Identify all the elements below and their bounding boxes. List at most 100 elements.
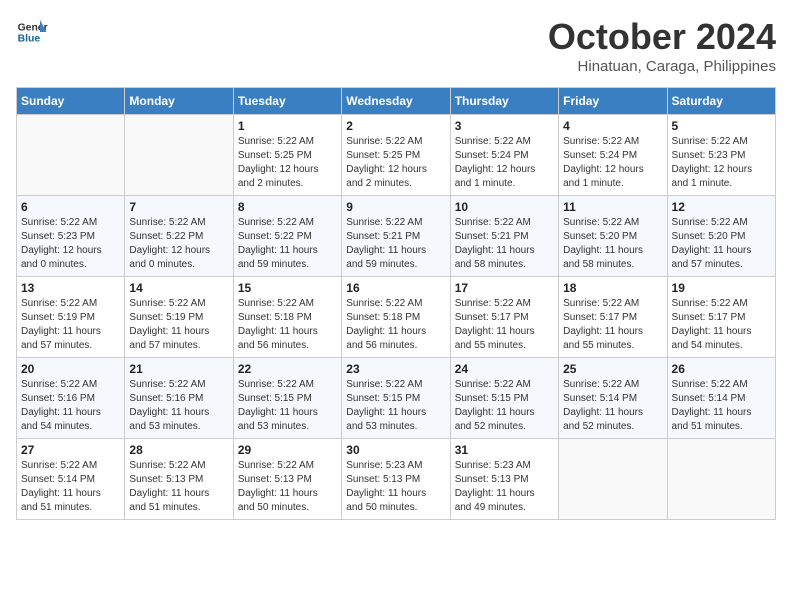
calendar-cell: 11 Sunrise: 5:22 AM Sunset: 5:20 PM Dayli… <box>559 196 667 277</box>
day-info: Sunrise: 5:22 AM Sunset: 5:23 PM Dayligh… <box>21 216 120 272</box>
calendar-cell: 17Sunrise: 5:22 AM Sunset: 5:17 PM Dayli… <box>450 277 558 358</box>
calendar-cell: 23 Sunrise: 5:22 AM Sunset: 5:15 PM Dayli… <box>342 358 450 439</box>
day-number: 26 <box>672 362 771 376</box>
calendar-cell: 21Sunrise: 5:22 AM Sunset: 5:16 PM Dayli… <box>125 358 233 439</box>
calendar-week-3: 13 Sunrise: 5:22 AM Sunset: 5:19 PM Dayli… <box>17 277 776 358</box>
day-number: 4 <box>563 119 662 133</box>
day-info: Sunrise: 5:22 AM Sunset: 5:21 PM Dayligh… <box>346 216 445 272</box>
day-number: 25 <box>563 362 662 376</box>
day-header-thursday: Thursday <box>450 88 558 115</box>
calendar-week-1: 1Sunrise: 5:22 AM Sunset: 5:25 PM Daylig… <box>17 115 776 196</box>
calendar-cell: 16 Sunrise: 5:22 AM Sunset: 5:18 PM Dayli… <box>342 277 450 358</box>
day-info: Sunrise: 5:23 AM Sunset: 5:13 PM Dayligh… <box>455 459 554 515</box>
day-number: 29 <box>238 443 337 457</box>
day-header-monday: Monday <box>125 88 233 115</box>
day-header-saturday: Saturday <box>667 88 775 115</box>
day-number: 11 <box>563 200 662 214</box>
day-number: 17 <box>455 281 554 295</box>
calendar-cell: 6 Sunrise: 5:22 AM Sunset: 5:23 PM Daylig… <box>17 196 125 277</box>
day-number: 10 <box>455 200 554 214</box>
day-number: 23 <box>346 362 445 376</box>
day-number: 6 <box>21 200 120 214</box>
calendar-body: 1Sunrise: 5:22 AM Sunset: 5:25 PM Daylig… <box>17 115 776 520</box>
calendar-cell: 5Sunrise: 5:22 AM Sunset: 5:23 PM Daylig… <box>667 115 775 196</box>
day-info: Sunrise: 5:22 AM Sunset: 5:22 PM Dayligh… <box>129 216 228 272</box>
calendar-cell: 13 Sunrise: 5:22 AM Sunset: 5:19 PM Dayli… <box>17 277 125 358</box>
day-info: Sunrise: 5:22 AM Sunset: 5:20 PM Dayligh… <box>563 216 662 272</box>
day-number: 3 <box>455 119 554 133</box>
month-title: October 2024 <box>548 16 776 58</box>
calendar-cell: 30Sunrise: 5:23 AM Sunset: 5:13 PM Dayli… <box>342 439 450 520</box>
day-info: Sunrise: 5:22 AM Sunset: 5:16 PM Dayligh… <box>21 378 120 434</box>
calendar-cell <box>667 439 775 520</box>
calendar-cell: 19 Sunrise: 5:22 AM Sunset: 5:17 PM Dayli… <box>667 277 775 358</box>
day-number: 12 <box>672 200 771 214</box>
day-info: Sunrise: 5:22 AM Sunset: 5:22 PM Dayligh… <box>238 216 337 272</box>
calendar-cell: 7Sunrise: 5:22 AM Sunset: 5:22 PM Daylig… <box>125 196 233 277</box>
calendar-cell: 14Sunrise: 5:22 AM Sunset: 5:19 PM Dayli… <box>125 277 233 358</box>
calendar-week-5: 27 Sunrise: 5:22 AM Sunset: 5:14 PM Dayli… <box>17 439 776 520</box>
day-info: Sunrise: 5:22 AM Sunset: 5:18 PM Dayligh… <box>346 297 445 353</box>
day-info: Sunrise: 5:22 AM Sunset: 5:21 PM Dayligh… <box>455 216 554 272</box>
day-number: 16 <box>346 281 445 295</box>
calendar-cell: 31 Sunrise: 5:23 AM Sunset: 5:13 PM Dayli… <box>450 439 558 520</box>
day-header-friday: Friday <box>559 88 667 115</box>
day-info: Sunrise: 5:22 AM Sunset: 5:14 PM Dayligh… <box>563 378 662 434</box>
calendar-cell: 18Sunrise: 5:22 AM Sunset: 5:17 PM Dayli… <box>559 277 667 358</box>
calendar-cell: 29 Sunrise: 5:22 AM Sunset: 5:13 PM Dayli… <box>233 439 341 520</box>
day-info: Sunrise: 5:22 AM Sunset: 5:13 PM Dayligh… <box>129 459 228 515</box>
day-info: Sunrise: 5:22 AM Sunset: 5:14 PM Dayligh… <box>672 378 771 434</box>
day-number: 2 <box>346 119 445 133</box>
day-info: Sunrise: 5:22 AM Sunset: 5:17 PM Dayligh… <box>672 297 771 353</box>
day-header-sunday: Sunday <box>17 88 125 115</box>
day-info: Sunrise: 5:22 AM Sunset: 5:15 PM Dayligh… <box>346 378 445 434</box>
day-number: 13 <box>21 281 120 295</box>
page-header: General Blue October 2024 Hinatuan, Cara… <box>16 16 776 75</box>
calendar-cell: 20 Sunrise: 5:22 AM Sunset: 5:16 PM Dayli… <box>17 358 125 439</box>
day-info: Sunrise: 5:22 AM Sunset: 5:23 PM Dayligh… <box>672 135 771 191</box>
calendar-cell: 9 Sunrise: 5:22 AM Sunset: 5:21 PM Daylig… <box>342 196 450 277</box>
day-number: 15 <box>238 281 337 295</box>
calendar-cell: 26 Sunrise: 5:22 AM Sunset: 5:14 PM Dayli… <box>667 358 775 439</box>
day-number: 8 <box>238 200 337 214</box>
calendar-cell: 25 Sunrise: 5:22 AM Sunset: 5:14 PM Dayli… <box>559 358 667 439</box>
day-info: Sunrise: 5:22 AM Sunset: 5:13 PM Dayligh… <box>238 459 337 515</box>
day-number: 9 <box>346 200 445 214</box>
day-info: Sunrise: 5:22 AM Sunset: 5:25 PM Dayligh… <box>346 135 445 191</box>
day-number: 19 <box>672 281 771 295</box>
calendar-cell: 3 Sunrise: 5:22 AM Sunset: 5:24 PM Daylig… <box>450 115 558 196</box>
day-info: Sunrise: 5:22 AM Sunset: 5:18 PM Dayligh… <box>238 297 337 353</box>
day-info: Sunrise: 5:22 AM Sunset: 5:16 PM Dayligh… <box>129 378 228 434</box>
calendar-cell: 24Sunrise: 5:22 AM Sunset: 5:15 PM Dayli… <box>450 358 558 439</box>
logo: General Blue <box>16 16 48 48</box>
day-number: 27 <box>21 443 120 457</box>
day-info: Sunrise: 5:22 AM Sunset: 5:14 PM Dayligh… <box>21 459 120 515</box>
day-info: Sunrise: 5:22 AM Sunset: 5:15 PM Dayligh… <box>455 378 554 434</box>
svg-text:Blue: Blue <box>18 34 41 45</box>
calendar-week-4: 20 Sunrise: 5:22 AM Sunset: 5:16 PM Dayli… <box>17 358 776 439</box>
day-number: 28 <box>129 443 228 457</box>
calendar-cell: 10 Sunrise: 5:22 AM Sunset: 5:21 PM Dayli… <box>450 196 558 277</box>
calendar-cell: 8 Sunrise: 5:22 AM Sunset: 5:22 PM Daylig… <box>233 196 341 277</box>
calendar-cell <box>559 439 667 520</box>
day-info: Sunrise: 5:22 AM Sunset: 5:24 PM Dayligh… <box>563 135 662 191</box>
day-number: 30 <box>346 443 445 457</box>
day-header-tuesday: Tuesday <box>233 88 341 115</box>
day-info: Sunrise: 5:22 AM Sunset: 5:24 PM Dayligh… <box>455 135 554 191</box>
calendar-cell: 22Sunrise: 5:22 AM Sunset: 5:15 PM Dayli… <box>233 358 341 439</box>
calendar-cell: 15 Sunrise: 5:22 AM Sunset: 5:18 PM Dayli… <box>233 277 341 358</box>
day-number: 14 <box>129 281 228 295</box>
day-number: 22 <box>238 362 337 376</box>
logo-icon: General Blue <box>16 16 48 48</box>
day-info: Sunrise: 5:22 AM Sunset: 5:20 PM Dayligh… <box>672 216 771 272</box>
calendar-table: SundayMondayTuesdayWednesdayThursdayFrid… <box>16 87 776 520</box>
location-title: Hinatuan, Caraga, Philippines <box>548 58 776 75</box>
day-info: Sunrise: 5:22 AM Sunset: 5:25 PM Dayligh… <box>238 135 337 191</box>
day-number: 20 <box>21 362 120 376</box>
calendar-week-2: 6 Sunrise: 5:22 AM Sunset: 5:23 PM Daylig… <box>17 196 776 277</box>
day-info: Sunrise: 5:22 AM Sunset: 5:19 PM Dayligh… <box>21 297 120 353</box>
calendar-cell: 28 Sunrise: 5:22 AM Sunset: 5:13 PM Dayli… <box>125 439 233 520</box>
calendar-cell <box>125 115 233 196</box>
calendar-header-row: SundayMondayTuesdayWednesdayThursdayFrid… <box>17 88 776 115</box>
day-number: 31 <box>455 443 554 457</box>
